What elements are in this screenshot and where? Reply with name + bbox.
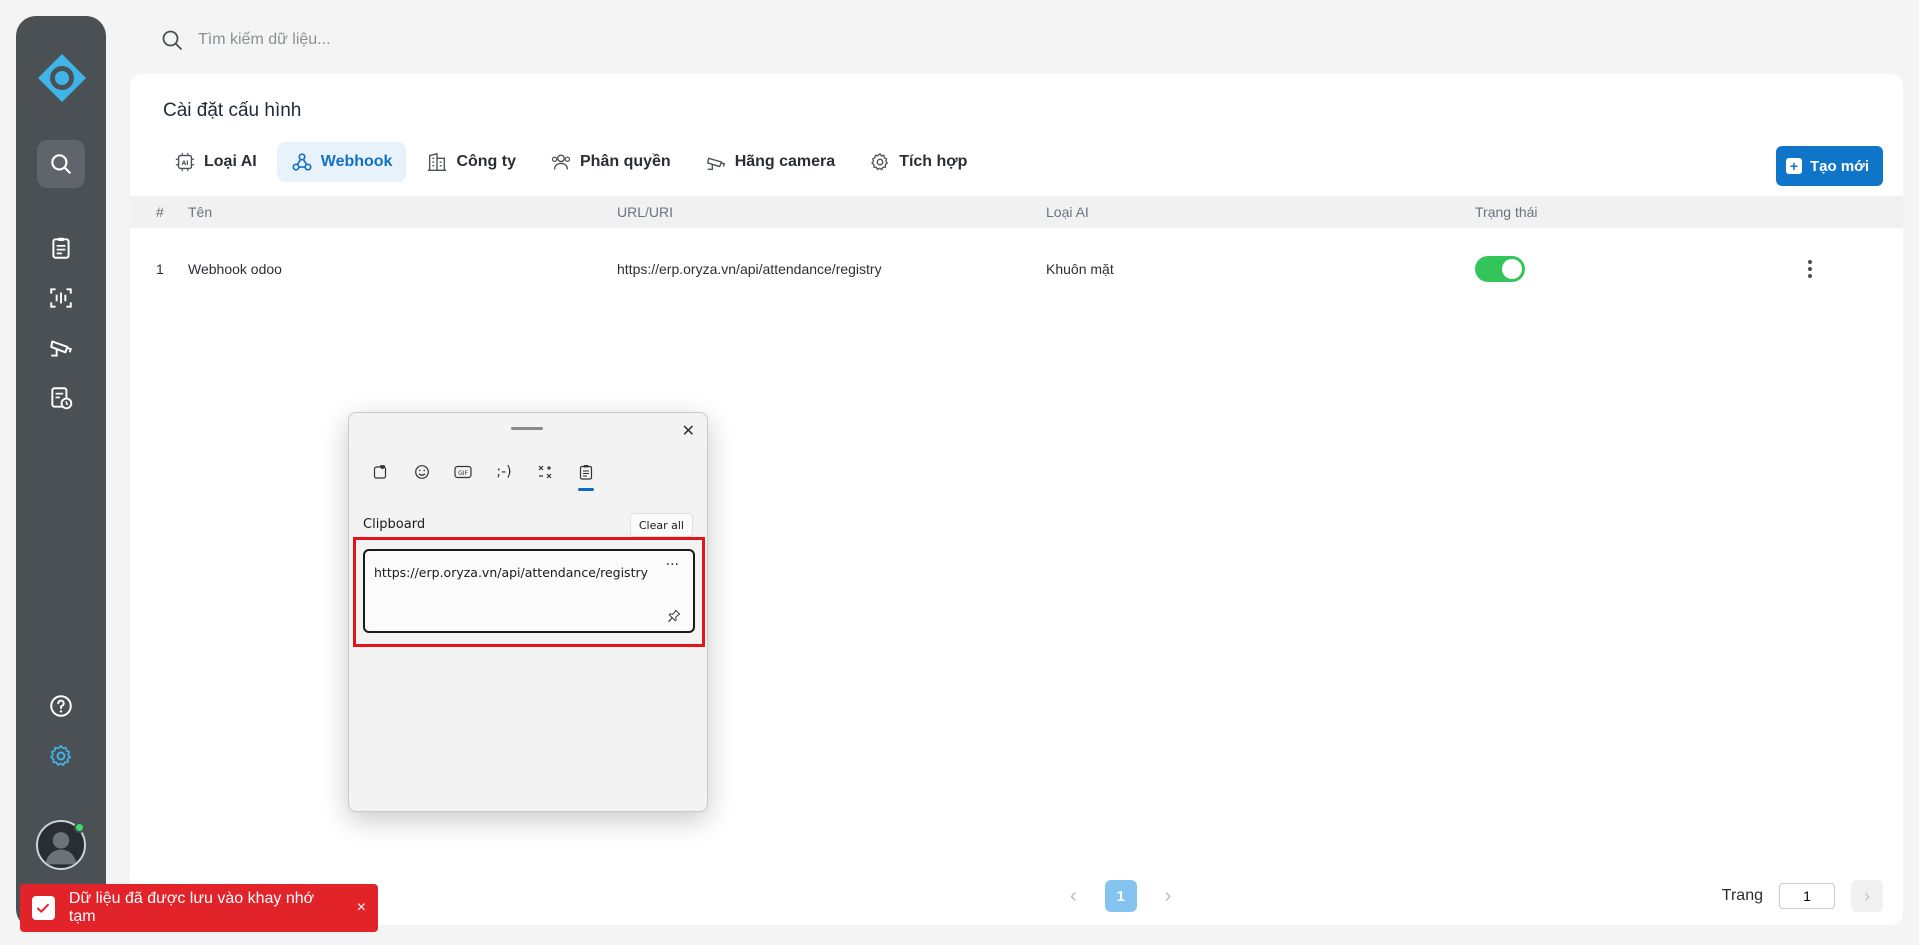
check-icon — [32, 896, 55, 920]
table-header: # Tên URL/URI Loại AI Trạng thái — [130, 196, 1903, 228]
row-ai-type: Khuôn mặt — [1046, 261, 1114, 277]
sidebar-item-face-scan[interactable] — [37, 274, 85, 322]
page-number-button[interactable]: 1 — [1104, 880, 1137, 912]
tab-permissions[interactable]: Phân quyền — [536, 142, 685, 182]
tab-label: Công ty — [456, 153, 516, 170]
clipboard-list-icon — [52, 237, 70, 259]
sidebar-item-reports[interactable] — [37, 224, 85, 272]
report-clock-icon — [51, 387, 73, 410]
header-ai-type: Loại AI — [1046, 204, 1089, 220]
create-new-button[interactable]: + Tạo mới — [1775, 146, 1883, 186]
tab-ai-type[interactable]: AI Loại AI — [160, 142, 271, 182]
help-circle-icon — [50, 695, 72, 717]
sidebar-item-camera[interactable] — [37, 324, 85, 372]
clipboard-item-text: https://erp.oryza.vn/api/attendance/regi… — [374, 565, 649, 580]
plus-icon: + — [1785, 158, 1802, 174]
tab-webhook[interactable]: Webhook — [276, 142, 407, 182]
clipboard-icon[interactable] — [572, 459, 600, 491]
toast-close-icon[interactable]: × — [357, 899, 366, 917]
face-scan-icon — [50, 288, 72, 308]
tab-camera-vendor[interactable]: Hãng camera — [691, 142, 850, 182]
clipboard-popup: ✕ GIF ;-) Clipboard Clear all https://er… — [348, 412, 708, 812]
sidebar — [16, 16, 106, 929]
svg-text:GIF: GIF — [458, 470, 468, 477]
gear-icon — [50, 744, 71, 766]
more-options-icon[interactable]: ··· — [666, 557, 679, 573]
emoji-icon[interactable] — [408, 459, 436, 485]
next-page-icon[interactable]: › — [1165, 885, 1172, 908]
header-url: URL/URI — [617, 204, 674, 220]
symbols-icon[interactable] — [531, 459, 559, 485]
row-index: 1 — [156, 261, 164, 277]
tab-label: Hãng camera — [734, 153, 836, 170]
header-index: # — [156, 204, 164, 220]
toast-notification: Dữ liệu đã được lưu vào khay nhớ tạm × — [20, 884, 378, 932]
search-icon — [51, 154, 71, 174]
row-status — [1475, 256, 1525, 282]
sidebar-settings-button[interactable] — [37, 732, 85, 780]
app-logo-icon[interactable] — [36, 52, 88, 104]
page-input[interactable] — [1779, 883, 1835, 909]
create-new-label: Tạo mới — [1809, 157, 1869, 175]
webhook-icon — [292, 153, 312, 171]
row-actions-menu-icon[interactable] — [1807, 260, 1813, 278]
svg-text:AI: AI — [182, 160, 189, 167]
tab-label: Phân quyền — [580, 153, 671, 170]
clipboard-popup-tabs: GIF ;-) — [367, 459, 600, 491]
clear-all-button[interactable]: Clear all — [629, 513, 693, 537]
drag-handle[interactable] — [511, 427, 543, 430]
gif-icon[interactable]: GIF — [449, 459, 477, 485]
sidebar-item-schedule[interactable] — [37, 374, 85, 422]
integration-icon — [871, 153, 889, 171]
pin-icon[interactable] — [667, 609, 681, 623]
toast-message: Dữ liệu đã được lưu vào khay nhớ tạm — [68, 890, 315, 925]
page-title: Cài đặt cấu hình — [163, 100, 302, 121]
clipboard-item[interactable]: https://erp.oryza.vn/api/attendance/regi… — [363, 549, 695, 633]
tab-label: Tích hợp — [899, 153, 968, 170]
page-jump-next-icon[interactable]: › — [1851, 880, 1883, 912]
search-icon — [162, 30, 182, 50]
cctv-camera-icon — [50, 340, 72, 357]
row-name: Webhook odoo — [188, 261, 282, 277]
search-input[interactable] — [198, 31, 598, 49]
row-url: https://erp.oryza.vn/api/attendance/regi… — [617, 261, 882, 277]
ai-chip-icon: AI — [175, 152, 195, 172]
header-name: Tên — [188, 204, 213, 220]
table-row[interactable]: 1 Webhook odoo https://erp.oryza.vn/api/… — [130, 248, 1903, 290]
kaomoji-icon[interactable]: ;-) — [490, 459, 518, 485]
header-status: Trạng thái — [1475, 204, 1538, 220]
tab-company[interactable]: Công ty — [412, 142, 530, 182]
sidebar-search-button[interactable] — [37, 140, 85, 188]
recent-favorites-icon[interactable] — [367, 459, 395, 485]
building-icon — [428, 152, 447, 171]
sidebar-help-button[interactable] — [37, 682, 85, 730]
close-icon[interactable]: ✕ — [682, 421, 695, 440]
page-label: Trang — [1721, 887, 1763, 904]
global-search — [160, 28, 598, 52]
page-jump: Trang › — [1722, 880, 1883, 912]
status-toggle[interactable] — [1475, 256, 1525, 282]
tab-integration[interactable]: Tích hợp — [855, 142, 981, 182]
tab-label: Loại AI — [204, 153, 257, 170]
prev-page-icon[interactable]: ‹ — [1070, 885, 1077, 908]
settings-tabs: AI Loại AI Webhook Công ty Phân quyền Hã… — [160, 142, 981, 182]
tab-label: Webhook — [320, 153, 393, 170]
clipboard-section-title: Clipboard — [363, 517, 426, 532]
camera-icon — [706, 157, 725, 171]
users-group-icon — [551, 154, 571, 170]
online-status-indicator — [74, 822, 85, 833]
pagination: ‹ 1 › — [1070, 880, 1171, 912]
